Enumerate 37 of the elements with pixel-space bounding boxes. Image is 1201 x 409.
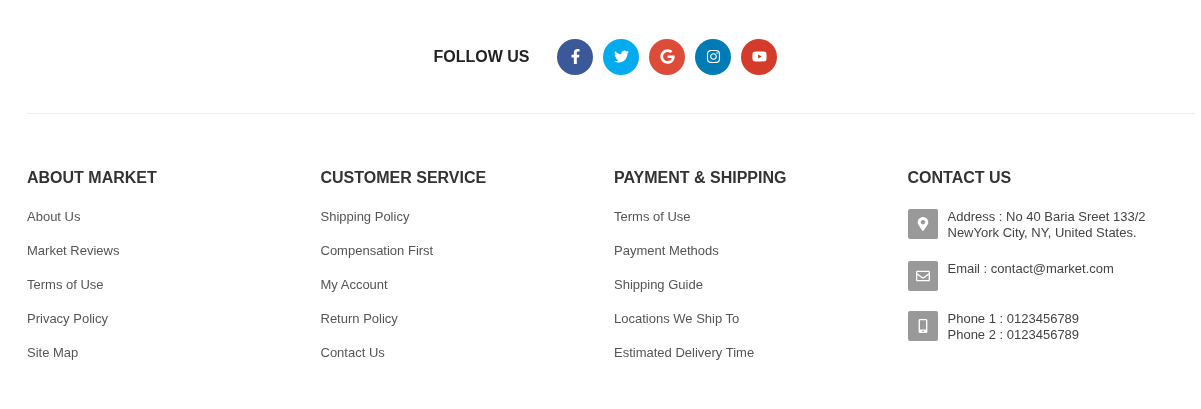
follow-us-heading: FOLLOW US: [433, 46, 530, 67]
footer-link[interactable]: Compensation First: [320, 242, 434, 260]
facebook-icon: [568, 49, 583, 64]
social-link[interactable]: [649, 38, 686, 75]
contact-text: Phone 1 : 0123456789: [947, 311, 1080, 327]
location-pin-icon: [907, 209, 938, 239]
google-icon: [660, 49, 675, 64]
footer-link[interactable]: Shipping Guide: [614, 276, 703, 294]
footer-link[interactable]: Contact Us: [320, 344, 385, 362]
youtube-icon: [752, 49, 767, 64]
twitter-icon: [614, 49, 629, 64]
column-heading: CUSTOMER SERVICE: [320, 168, 488, 188]
contact-text: Address : No 40 Baria Sreet 133/2: [947, 209, 1146, 225]
footer-link[interactable]: Payment Methods: [614, 242, 719, 260]
column-heading: PAYMENT & SHIPPING: [614, 168, 788, 188]
footer-link[interactable]: Site Map: [27, 344, 79, 362]
footer-link[interactable]: Locations We Ship To: [614, 310, 740, 328]
footer-link[interactable]: Terms of Use: [27, 276, 104, 294]
footer-link[interactable]: Terms of Use: [614, 208, 691, 226]
footer-link[interactable]: My Account: [320, 276, 388, 294]
footer-link[interactable]: Shipping Policy: [320, 208, 410, 226]
social-link[interactable]: [557, 38, 594, 75]
footer-link[interactable]: Market Reviews: [27, 242, 120, 260]
column-heading: CONTACT US: [907, 168, 1013, 188]
footer-link[interactable]: Return Policy: [320, 310, 398, 328]
mobile-phone-icon: [907, 311, 938, 341]
envelope-icon: [907, 261, 938, 291]
contact-text: Email : contact@market.com: [947, 261, 1114, 277]
column-heading: ABOUT MARKET: [27, 168, 158, 188]
contact-text: Phone 2 : 0123456789: [947, 327, 1080, 343]
contact-text: NewYork City, NY, United States.: [947, 225, 1138, 241]
footer-link[interactable]: About Us: [27, 208, 81, 226]
instagram-icon: [706, 49, 721, 64]
footer-link[interactable]: Privacy Policy: [27, 310, 108, 328]
social-link[interactable]: [695, 38, 732, 75]
footer-link[interactable]: Estimated Delivery Time: [614, 344, 755, 362]
social-link[interactable]: [741, 38, 778, 75]
